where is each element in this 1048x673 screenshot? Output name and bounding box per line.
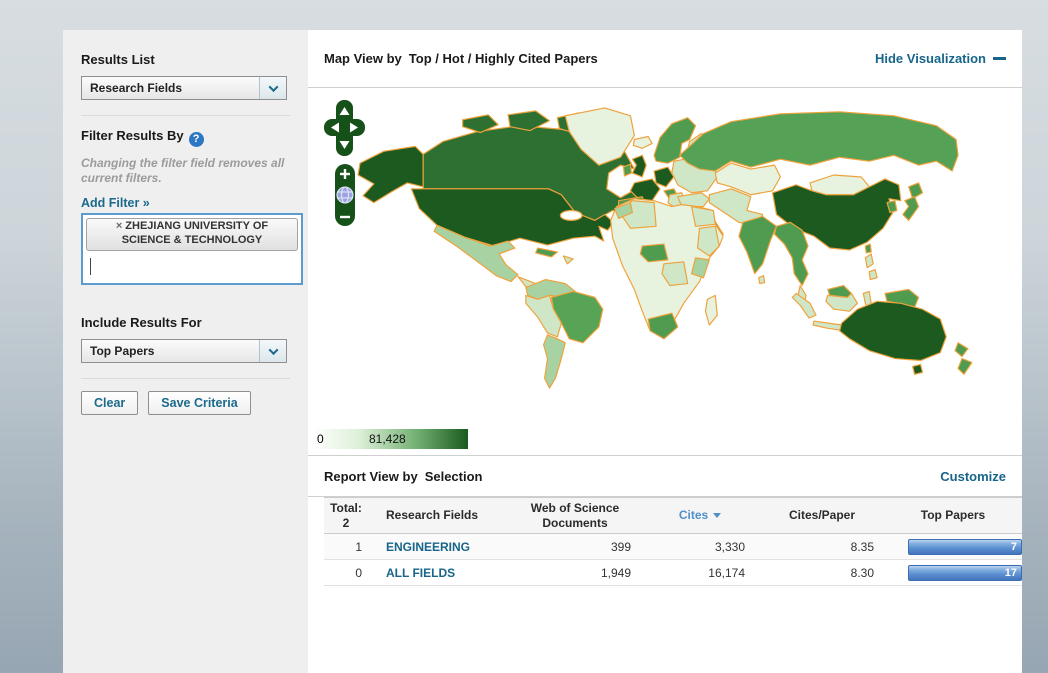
wos-documents-value: 399 — [510, 540, 640, 554]
top-papers-header: Top Papers — [884, 505, 1022, 525]
cites-value: 16,174 — [640, 566, 760, 580]
sidebar: Results List Research Fields Filter Resu… — [63, 30, 308, 673]
cites-value: 3,330 — [640, 540, 760, 554]
row-rank: 1 — [324, 540, 368, 554]
world-map[interactable] — [316, 100, 1008, 400]
hide-visualization-link[interactable]: Hide Visualization — [875, 51, 1006, 66]
content-card: Results List Research Fields Filter Resu… — [63, 30, 1022, 673]
save-criteria-button[interactable]: Save Criteria — [148, 391, 250, 415]
map-region: 0 81,428 — [308, 88, 1022, 456]
results-list-heading: Results List — [81, 52, 290, 67]
chevron-down-icon — [268, 345, 278, 355]
filter-input-box[interactable]: ×ZHEJIANG UNIVERSITY OF SCIENCE & TECHNO… — [81, 213, 303, 285]
filter-tag-label: ZHEJIANG UNIVERSITY OF SCIENCE & TECHNOL… — [122, 220, 268, 246]
wos-documents-header: Web of Science Documents — [510, 498, 640, 533]
filter-note: Changing the filter field removes all cu… — [81, 156, 286, 186]
research-fields-header: Research Fields — [368, 505, 510, 525]
total-header: Total: 2 — [324, 498, 368, 533]
customize-link[interactable]: Customize — [940, 469, 1006, 484]
include-results-dropdown[interactable]: Top Papers — [81, 339, 287, 363]
map-color-scale: 0 81,428 — [313, 429, 468, 449]
dropdown-arrow-zone[interactable] — [259, 77, 286, 99]
sidebar-divider — [81, 115, 290, 116]
table-header-row: Total: 2 Research Fields Web of Science … — [324, 497, 1022, 534]
include-results-value: Top Papers — [90, 344, 154, 358]
globe-icon — [337, 187, 353, 203]
table-row: 1 ENGINEERING 399 3,330 8.35 7 — [324, 534, 1022, 560]
map-controls[interactable] — [322, 98, 368, 232]
results-list-value: Research Fields — [90, 81, 182, 95]
map-section-header: Map View byTop / Hot / Highly Cited Pape… — [308, 30, 1022, 88]
cites-paper-header: Cites/Paper — [760, 505, 884, 525]
remove-tag-icon[interactable]: × — [116, 220, 122, 232]
results-list-dropdown[interactable]: Research Fields — [81, 76, 287, 100]
sort-desc-icon — [713, 513, 721, 518]
row-rank: 0 — [324, 566, 368, 580]
sidebar-divider — [81, 378, 290, 379]
report-view-title: Report View bySelection — [324, 469, 482, 484]
help-icon[interactable]: ? — [189, 132, 204, 147]
filter-tag[interactable]: ×ZHEJIANG UNIVERSITY OF SCIENCE & TECHNO… — [86, 218, 298, 251]
minus-icon — [993, 57, 1006, 60]
chevron-down-icon — [268, 82, 278, 92]
research-field-link[interactable]: ENGINEERING — [368, 540, 510, 554]
top-papers-bar: 17 — [908, 565, 1022, 581]
table-row: 0 ALL FIELDS 1,949 16,174 8.30 17 — [324, 560, 1022, 586]
wos-documents-value: 1,949 — [510, 566, 640, 580]
dropdown-arrow-zone[interactable] — [259, 340, 286, 362]
cites-per-paper-value: 8.35 — [760, 540, 884, 554]
clear-button[interactable]: Clear — [81, 391, 138, 415]
top-papers-bar: 7 — [908, 539, 1022, 555]
report-table: Total: 2 Research Fields Web of Science … — [324, 497, 1022, 586]
add-filter-link[interactable]: Add Filter » — [81, 196, 150, 210]
cites-header-sort[interactable]: Cites — [640, 505, 760, 525]
map-view-title: Map View byTop / Hot / Highly Cited Pape… — [324, 51, 598, 66]
scale-min-label: 0 — [317, 432, 324, 446]
cites-per-paper-value: 8.30 — [760, 566, 884, 580]
scale-max-label: 81,428 — [369, 432, 406, 446]
main-panel: Map View byTop / Hot / Highly Cited Pape… — [308, 30, 1022, 673]
text-caret — [90, 258, 91, 275]
filter-results-heading: Filter Results By? — [81, 128, 290, 147]
include-results-heading: Include Results For — [81, 315, 290, 330]
report-section-header: Report View bySelection Customize — [308, 456, 1022, 497]
research-field-link[interactable]: ALL FIELDS — [368, 566, 510, 580]
